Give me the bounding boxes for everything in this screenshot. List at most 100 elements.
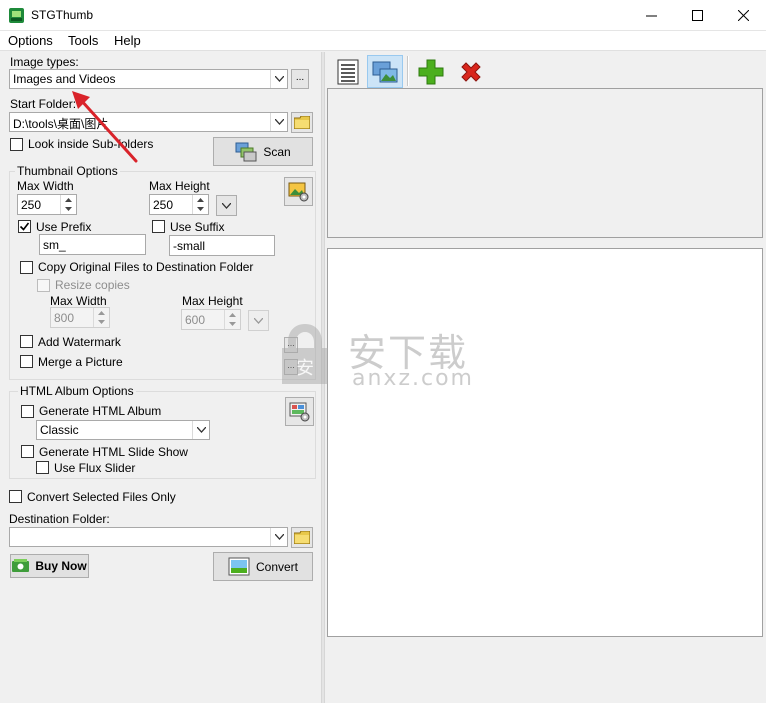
generate-album-checkbox[interactable] (21, 405, 34, 418)
spin-up-icon[interactable] (193, 195, 208, 204)
resize-copies-label: Resize copies (55, 278, 130, 292)
album-settings-icon (289, 402, 309, 421)
suffix-value: -small (173, 239, 205, 253)
prefix-value: sm_ (43, 238, 66, 252)
folder-icon (294, 116, 310, 129)
remove-button[interactable] (453, 55, 489, 88)
look-inside-checkbox[interactable] (10, 138, 23, 151)
minimize-icon (645, 15, 657, 16)
chevron-down-icon (270, 528, 287, 546)
minimize-button[interactable] (628, 0, 674, 30)
generate-slideshow-checkbox[interactable] (21, 445, 34, 458)
scan-label: Scan (263, 144, 291, 159)
max-width-spinner[interactable]: 250 (17, 194, 77, 215)
title-bar: STGThumb (0, 0, 766, 31)
image-types-value: Images and Videos (13, 72, 116, 86)
menu-help[interactable]: Help (114, 33, 141, 48)
scan-icon (235, 142, 257, 161)
add-watermark-label: Add Watermark (38, 335, 121, 349)
copy-max-width-spinner[interactable]: 800 (50, 307, 110, 328)
copy-size-preset-dropdown[interactable] (248, 310, 269, 331)
copy-max-width-value: 800 (54, 311, 75, 325)
add-icon (418, 59, 444, 84)
toolbar-separator (407, 56, 409, 86)
chevron-down-icon (222, 202, 231, 209)
spin-down-icon[interactable] (193, 204, 208, 213)
max-width-label: Max Width (17, 179, 74, 193)
chevron-down-icon (254, 317, 263, 324)
close-button[interactable] (720, 0, 766, 30)
resize-copies-checkbox[interactable] (37, 279, 50, 292)
image-types-more-button[interactable]: ... (291, 69, 309, 89)
album-style-select[interactable]: Classic (36, 420, 210, 440)
chevron-down-icon (270, 70, 287, 88)
destination-select[interactable] (9, 527, 288, 547)
copy-original-label: Copy Original Files to Destination Folde… (38, 260, 254, 274)
copy-max-height-value: 600 (185, 313, 206, 327)
folder-icon (294, 531, 310, 544)
add-button[interactable] (413, 55, 449, 88)
max-height-value: 250 (153, 198, 174, 212)
scan-button[interactable]: Scan (213, 137, 313, 166)
image-types-label: Image types: (10, 55, 79, 69)
merge-picture-label: Merge a Picture (38, 355, 123, 369)
html-album-options-title: HTML Album Options (18, 384, 136, 398)
checkmark-icon (19, 222, 30, 231)
list-view-button[interactable] (330, 55, 366, 88)
copy-original-checkbox[interactable] (20, 261, 33, 274)
size-preset-dropdown[interactable] (216, 195, 237, 216)
menu-options[interactable]: Options (8, 33, 53, 48)
spin-up-icon[interactable] (61, 195, 76, 204)
app-icon (9, 8, 24, 23)
spin-up-icon[interactable] (225, 310, 240, 319)
list-view-icon (337, 59, 359, 84)
close-icon (737, 9, 749, 21)
maximize-button[interactable] (674, 0, 720, 30)
thumbnail-view-button[interactable] (367, 55, 403, 88)
copy-max-width-label: Max Width (50, 294, 107, 308)
max-height-label: Max Height (149, 179, 210, 193)
maximize-icon (691, 9, 703, 21)
max-height-spinner[interactable]: 250 (149, 194, 209, 215)
shield-lock-icon: 安 (282, 324, 328, 384)
thumbnail-settings-button[interactable] (284, 177, 313, 206)
image-settings-icon (288, 182, 308, 201)
use-prefix-checkbox[interactable] (18, 220, 31, 233)
spin-up-icon[interactable] (94, 308, 109, 317)
annotation-arrow-icon (72, 91, 138, 163)
generate-album-label: Generate HTML Album (39, 404, 162, 418)
album-style-value: Classic (40, 423, 79, 437)
use-flux-checkbox[interactable] (36, 461, 49, 474)
convert-button[interactable]: Convert (213, 552, 313, 581)
convert-label: Convert (255, 559, 299, 574)
browse-destination-button[interactable] (291, 527, 313, 548)
use-flux-label: Use Flux Slider (54, 461, 136, 475)
watermark-latin-text: anxz.com (352, 366, 474, 391)
watermark-logo: 安 安下载 anxz.com (274, 322, 504, 392)
remove-icon (461, 61, 481, 82)
album-settings-button[interactable] (285, 397, 314, 426)
copy-max-height-label: Max Height (182, 294, 243, 308)
menu-tools[interactable]: Tools (68, 33, 98, 48)
browse-start-folder-button[interactable] (291, 112, 313, 133)
spin-down-icon[interactable] (94, 317, 109, 326)
file-list-panel[interactable] (327, 88, 763, 238)
add-watermark-checkbox[interactable] (20, 335, 33, 348)
thumbnail-view-icon (372, 61, 398, 82)
merge-picture-checkbox[interactable] (20, 355, 33, 368)
convert-selected-checkbox[interactable] (9, 490, 22, 503)
buy-now-button[interactable]: Buy Now (10, 554, 89, 578)
buy-icon (12, 559, 30, 572)
use-suffix-checkbox[interactable] (152, 220, 165, 233)
convert-icon (228, 557, 250, 575)
spin-down-icon[interactable] (61, 204, 76, 213)
copy-max-height-spinner[interactable]: 600 (181, 309, 241, 330)
chevron-down-icon (192, 421, 209, 439)
use-prefix-label: Use Prefix (36, 220, 92, 234)
prefix-input[interactable]: sm_ (39, 234, 146, 255)
window-title: STGThumb (31, 8, 94, 22)
suffix-input[interactable]: -small (169, 235, 275, 256)
menu-bar: Options Tools Help (0, 31, 766, 51)
preview-panel[interactable] (327, 248, 763, 637)
spin-down-icon[interactable] (225, 319, 240, 328)
